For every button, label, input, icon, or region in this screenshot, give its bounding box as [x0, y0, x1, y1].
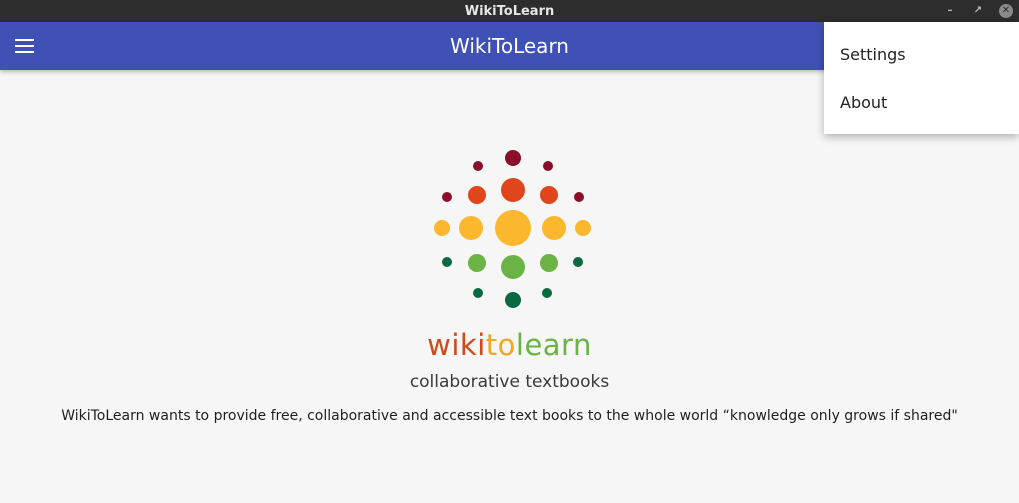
- app-title: WikiToLearn: [450, 34, 569, 58]
- logo-dot: [495, 210, 531, 246]
- logo-dot: [459, 216, 483, 240]
- tagline: collaborative textbooks: [409, 372, 610, 392]
- brand-part-wiki: wiki: [427, 328, 486, 362]
- hamburger-menu-icon[interactable]: [10, 34, 38, 58]
- menu-item-about[interactable]: About: [824, 78, 1019, 126]
- maximize-icon[interactable]: ↗: [971, 4, 985, 18]
- window-controls: – ↗ ✕: [943, 0, 1013, 22]
- logo-dot: [473, 161, 483, 171]
- menu-item-settings[interactable]: Settings: [824, 30, 1019, 78]
- logo-dot: [442, 192, 452, 202]
- logo-dot: [542, 216, 566, 240]
- logo-dot: [540, 186, 558, 204]
- logo-dot: [574, 192, 584, 202]
- close-icon[interactable]: ✕: [999, 4, 1013, 18]
- wikitolearn-logo-icon: [434, 150, 591, 308]
- logo-dot: [468, 186, 486, 204]
- logo-dot: [505, 292, 521, 308]
- logo-dot: [473, 288, 483, 298]
- logo-dot: [501, 255, 525, 279]
- logo-dot: [468, 254, 486, 272]
- window-titlebar: WikiToLearn – ↗ ✕: [0, 0, 1019, 22]
- logo-dot: [501, 178, 525, 202]
- brand-part-learn: learn: [515, 328, 592, 362]
- logo-dot: [542, 288, 552, 298]
- overflow-menu: Settings About: [824, 22, 1019, 134]
- logo-dot: [575, 220, 591, 236]
- logo-dot: [442, 257, 452, 267]
- minimize-icon[interactable]: –: [943, 4, 957, 18]
- logo-dot: [540, 254, 558, 272]
- brand-wordmark: wikitolearn: [0, 327, 1019, 363]
- logo-dot: [573, 257, 583, 267]
- logo-dot: [434, 220, 450, 236]
- window-title: WikiToLearn: [464, 3, 555, 19]
- logo-dot: [543, 161, 553, 171]
- brand-part-to: to: [485, 328, 516, 362]
- logo-dot: [505, 150, 521, 166]
- description-text: WikiToLearn wants to provide free, colla…: [61, 408, 958, 424]
